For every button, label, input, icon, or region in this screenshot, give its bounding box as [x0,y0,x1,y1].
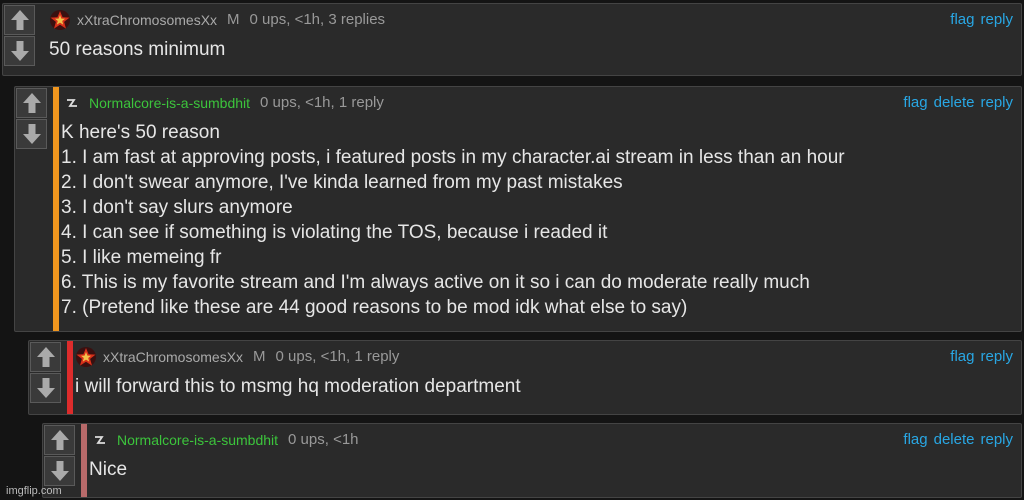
arrow-down-icon [10,41,29,61]
downvote-button[interactable] [4,36,35,66]
thread-bar [41,4,47,75]
arrow-up-icon [10,10,29,30]
comment-meta: 0 ups, <1h [288,431,359,448]
arrow-down-icon [36,378,55,398]
arrow-up-icon [50,430,69,450]
comment-header: Normalcore-is-a-sumbdhit 0 ups, <1h flag… [89,424,1013,455]
delete-link[interactable]: delete [934,431,975,448]
upvote-button[interactable] [30,342,61,372]
reply-link[interactable]: reply [980,94,1013,111]
comment-2: Normalcore-is-a-sumbdhit 0 ups, <1h, 1 r… [14,86,1022,332]
comment-text: K here's 50 reason 1. I am fast at appro… [61,122,845,318]
vote-column [3,4,36,75]
delete-link[interactable]: delete [934,94,975,111]
username[interactable]: Normalcore-is-a-sumbdhit [117,432,278,448]
downvote-button[interactable] [16,119,47,149]
comment-actions: flag reply [950,11,1013,28]
flag-link[interactable]: flag [903,431,927,448]
squiggle-avatar-icon [95,435,105,444]
vote-column [15,87,48,331]
upvote-button[interactable] [44,425,75,455]
comment-body: xXtraChromosomesXx M 0 ups, <1h, 3 repli… [49,4,1013,62]
mod-badge: M [227,11,240,28]
reply-link[interactable]: reply [980,348,1013,365]
flag-link[interactable]: flag [950,348,974,365]
username[interactable]: Normalcore-is-a-sumbdhit [89,95,250,111]
comment-actions: flag reply [950,348,1013,365]
comment-meta: 0 ups, <1h, 1 reply [275,348,400,365]
thread-bar [53,87,59,331]
username[interactable]: xXtraChromosomesXx [77,12,217,28]
upvote-button[interactable] [16,88,47,118]
comment-text: i will forward this to msmg hq moderatio… [75,376,521,397]
comment-header: xXtraChromosomesXx M 0 ups, <1h, 3 repli… [49,4,1013,35]
arrow-up-icon [36,347,55,367]
mod-badge: M [253,348,266,365]
comment-header: xXtraChromosomesXx M 0 ups, <1h, 1 reply… [75,341,1013,372]
comment-body: Normalcore-is-a-sumbdhit 0 ups, <1h, 1 r… [61,87,1013,320]
username[interactable]: xXtraChromosomesXx [103,349,243,365]
comment-meta: 0 ups, <1h, 1 reply [260,94,384,111]
thread-bar [81,424,87,497]
comment-actions: flag delete reply [903,431,1013,448]
comment-meta: 0 ups, <1h, 3 replies [249,11,386,28]
arrow-down-icon [22,124,41,144]
comment-body: xXtraChromosomesXx M 0 ups, <1h, 1 reply… [75,341,1013,399]
downvote-button[interactable] [44,456,75,486]
upvote-button[interactable] [4,5,35,35]
star-avatar-icon [76,346,96,367]
arrow-up-icon [22,93,41,113]
comment-body: Normalcore-is-a-sumbdhit 0 ups, <1h flag… [89,424,1013,482]
comment-actions: flag delete reply [903,94,1013,111]
reply-link[interactable]: reply [980,11,1013,28]
imgflip-watermark: imgflip.com [6,485,62,497]
reply-link[interactable]: reply [980,431,1013,448]
downvote-button[interactable] [30,373,61,403]
flag-link[interactable]: flag [903,94,927,111]
comment-4: Normalcore-is-a-sumbdhit 0 ups, <1h flag… [42,423,1022,498]
arrow-down-icon [50,461,69,481]
thread-bar [67,341,73,414]
flag-link[interactable]: flag [950,11,974,28]
comment-1: xXtraChromosomesXx M 0 ups, <1h, 3 repli… [2,3,1022,76]
squiggle-avatar-icon [67,98,77,107]
comment-header: Normalcore-is-a-sumbdhit 0 ups, <1h, 1 r… [61,87,1013,118]
comment-text: 50 reasons minimum [49,39,226,60]
vote-column [29,341,62,414]
comment-3: xXtraChromosomesXx M 0 ups, <1h, 1 reply… [28,340,1022,415]
comment-text: Nice [89,459,128,480]
star-avatar-icon [50,9,70,30]
